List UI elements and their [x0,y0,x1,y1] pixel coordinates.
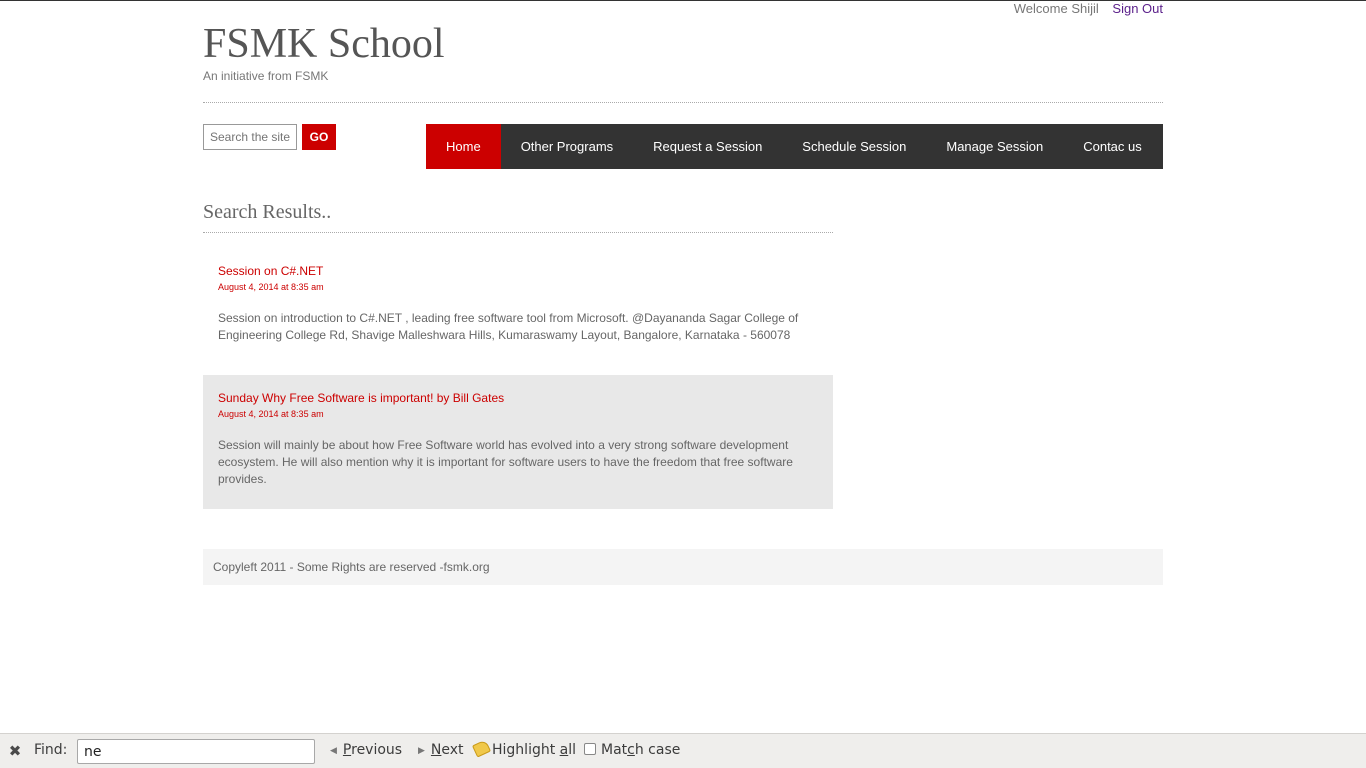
next-label: ext [441,742,464,758]
result-title-link[interactable]: Session on C#.NET [218,264,818,278]
search-result-item: Session on C#.NET August 4, 2014 at 8:35… [203,255,833,355]
nav-item-contact-us[interactable]: Contac us [1063,124,1162,169]
search-input[interactable] [203,124,297,150]
sign-out-link[interactable]: Sign Out [1112,1,1163,16]
search-go-button[interactable]: GO [302,124,336,150]
match-case-label-start: Mat [601,742,628,758]
close-icon[interactable]: ✖ [7,743,23,759]
site-tagline: An initiative from FSMK [203,69,329,83]
result-description: Session will mainly be about how Free So… [218,438,793,486]
highlight-accesskey: a [559,742,569,758]
find-bar: ✖ Find: ◀ Previous ▶ Next Highlight all Ma… [0,733,1366,768]
find-previous-button[interactable]: ◀ Previous [330,742,402,758]
header-divider [203,102,1163,103]
highlighter-icon [471,739,492,758]
arrow-left-icon: ◀ [330,746,337,756]
find-input[interactable] [77,739,315,764]
match-case-checkbox[interactable] [584,743,596,755]
footer: Copyleft 2011 - Some Rights are reserved… [203,549,1163,585]
highlight-all-button[interactable]: Highlight all [471,739,577,758]
results-divider [203,232,833,233]
search-result-item: Sunday Why Free Software is important! b… [203,375,833,509]
nav-item-home[interactable]: Home [426,124,501,169]
match-case-label-end: h case [634,742,681,758]
nav-item-manage-session[interactable]: Manage Session [926,124,1063,169]
next-accesskey: N [430,742,442,758]
find-next-button[interactable]: ▶ Next [418,742,464,758]
main-nav: Home Other Programs Request a Session Sc… [426,124,1163,169]
find-label: Find: [34,742,68,758]
result-date: August 4, 2014 at 8:35 am [218,282,324,292]
match-case-toggle[interactable]: Match case [584,742,680,758]
highlight-label-end: ll [568,742,577,758]
result-description: Session on introduction to C#.NET , lead… [218,311,799,342]
arrow-right-icon: ▶ [418,746,425,756]
result-date: August 4, 2014 at 8:35 am [218,409,324,419]
highlight-label-start: Highlight [492,742,560,758]
search-results-heading: Search Results.. [203,201,332,223]
welcome-text: Welcome Shijil [1013,1,1099,16]
previous-accesskey: P [342,742,352,758]
user-bar: Welcome Shijil Sign Out [1014,1,1163,16]
match-case-accesskey: c [627,742,635,758]
nav-item-schedule-session[interactable]: Schedule Session [782,124,926,169]
site-title[interactable]: FSMK School [203,20,445,68]
result-title-link[interactable]: Sunday Why Free Software is important! b… [218,391,818,405]
previous-label: revious [351,742,403,758]
nav-item-request-session[interactable]: Request a Session [633,124,782,169]
nav-item-other-programs[interactable]: Other Programs [501,124,633,169]
